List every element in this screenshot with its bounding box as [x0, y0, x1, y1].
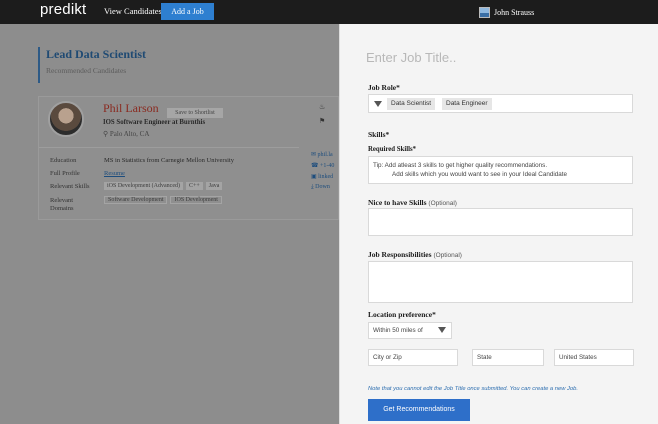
job-role-label: Job Role* [368, 83, 400, 92]
job-role-select[interactable]: Data Scientist Data Engineer [368, 94, 633, 113]
email-link[interactable]: ✉ phil.la [311, 151, 339, 158]
chevron-down-icon[interactable] [374, 101, 382, 107]
phone-link[interactable]: ☎ +1-40 [311, 162, 339, 169]
candidates-page: Lead Data Scientist Recommended Candidat… [0, 24, 339, 424]
candidate-contact: ✉ phil.la ☎ +1-40 ▣ linked ⤓ Down [311, 151, 339, 195]
candidate-role: IOS Software Engineer at Burnthis [103, 119, 206, 126]
save-to-shortlist-button[interactable]: Save to Shortlist [167, 108, 223, 118]
domain-tag: Software Development [104, 196, 168, 204]
required-skills-label: Required Skills* [368, 146, 417, 153]
job-responsibilities-label: Job Responsibilities (Optional) [368, 250, 462, 259]
candidate-side-icons: ♨ ⚑ [319, 103, 339, 125]
nice-to-have-label: Nice to have Skills (Optional) [368, 198, 457, 207]
state-input[interactable]: State [472, 349, 544, 366]
required-skills-input[interactable]: Tip: Add atleast 3 skills to get higher … [368, 156, 633, 184]
role-chip[interactable]: Data Scientist [387, 98, 436, 110]
candidates-page-overlay: Lead Data Scientist Recommended Candidat… [0, 24, 339, 424]
candidate-name[interactable]: Phil Larson [103, 101, 159, 116]
distance-select[interactable]: Within 50 miles of [368, 322, 452, 339]
city-zip-input[interactable]: City or Zip [368, 349, 458, 366]
app-logo[interactable]: predikt [40, 1, 86, 18]
job-responsibilities-input[interactable] [368, 261, 633, 303]
country-input[interactable]: United States [554, 349, 634, 366]
candidate-photo [48, 101, 84, 137]
job-title-note: Note that you cannot edit the Job Title … [368, 386, 578, 392]
relevant-skills: iOS Development (Advanced) C++ Java [104, 182, 225, 190]
user-menu[interactable]: John Strauss [479, 6, 534, 18]
divider [39, 147, 299, 148]
education-label: Education [50, 157, 77, 164]
top-nav-bar: predikt View Candidates Add a Job John S… [0, 0, 658, 24]
get-recommendations-button[interactable]: Get Recommendations [368, 399, 470, 421]
linkedin-link[interactable]: ▣ linked [311, 173, 339, 180]
resume-link[interactable]: Resume [104, 170, 125, 177]
add-job-panel: Enter Job Title.. Job Role* Data Scienti… [339, 24, 658, 424]
location-pin-icon: ⚲ [103, 130, 109, 138]
job-header: Lead Data Scientist Recommended Candidat… [38, 47, 146, 83]
relevant-domains-label: Relevant Domains [50, 197, 74, 212]
skill-tag: Java [205, 182, 223, 190]
user-avatar-icon [479, 6, 490, 18]
candidate-card: Phil Larson Save to Shortlist IOS Softwa… [38, 96, 339, 220]
add-job-button[interactable]: Add a Job [161, 3, 214, 20]
location-preference-label: Location preference* [368, 310, 436, 319]
skills-label: Skills* [368, 130, 390, 139]
nav-view-candidates[interactable]: View Candidates [104, 6, 162, 16]
run-icon: ⚑ [319, 117, 326, 125]
nice-to-have-skills-input[interactable] [368, 208, 633, 236]
role-chip[interactable]: Data Engineer [442, 98, 492, 110]
full-profile-label: Full Profile [50, 170, 80, 177]
job-title: Lead Data Scientist [46, 47, 146, 61]
skill-tag: C++ [185, 182, 203, 190]
job-title-input[interactable]: Enter Job Title.. [366, 50, 456, 65]
relevant-skills-label: Relevant Skills [50, 183, 90, 190]
fire-icon: ♨ [319, 103, 326, 111]
download-link[interactable]: ⤓ Down [311, 184, 339, 191]
candidate-location: ⚲ Palo Alto, CA [103, 130, 150, 138]
job-subtitle: Recommended Candidates [46, 66, 127, 75]
relevant-domains: Software Development IOS Development [104, 196, 225, 204]
domain-tag: IOS Development [170, 196, 222, 204]
chevron-down-icon[interactable] [438, 327, 446, 333]
skill-tag: iOS Development (Advanced) [104, 182, 183, 190]
tip-line-1: Tip: Add atleast 3 skills to get higher … [373, 162, 548, 169]
user-name: John Strauss [494, 7, 535, 17]
tip-line-2: Add skills which you would want to see i… [392, 171, 568, 178]
education-value: MS in Statistics from Carnegie Mellon Un… [104, 157, 234, 164]
